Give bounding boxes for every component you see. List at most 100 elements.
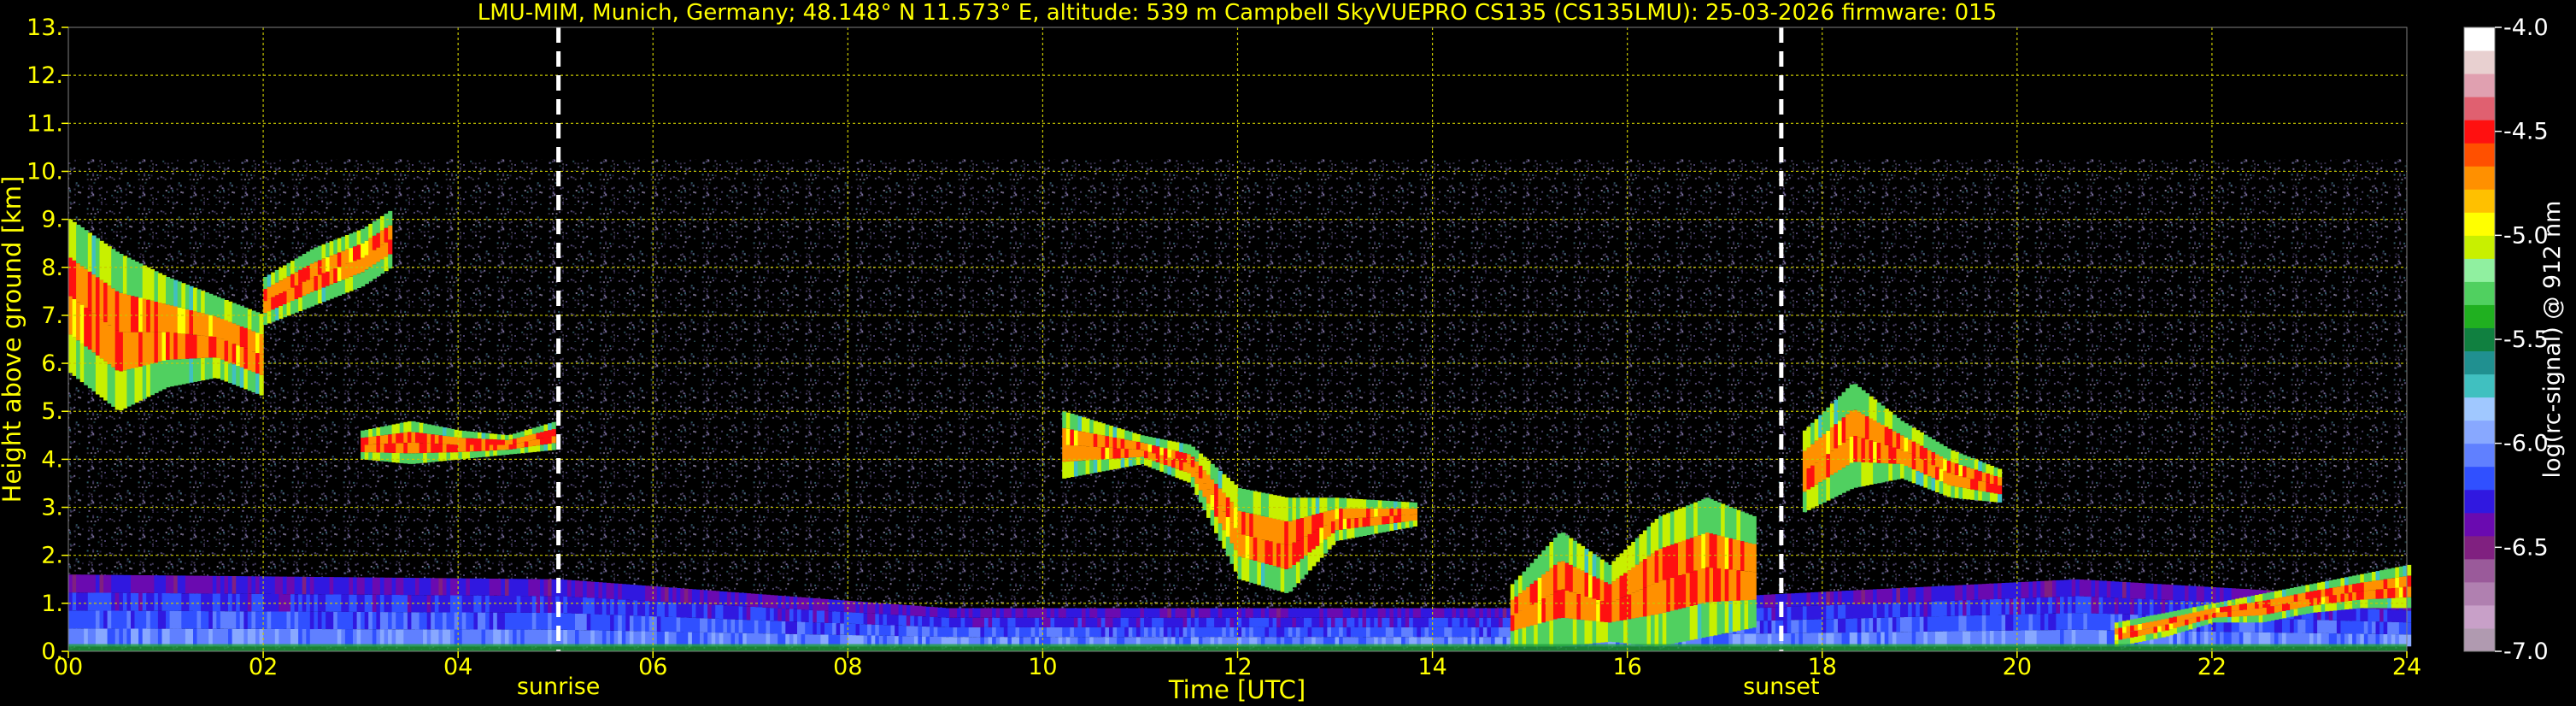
feature-cell [598, 582, 603, 598]
feature-cell [1849, 618, 1854, 632]
feature-cell [1082, 617, 1087, 627]
feature-cell [1292, 497, 1297, 521]
feature-cell [2227, 616, 2233, 623]
feature-cell [594, 614, 599, 631]
feature-cell [1479, 627, 1484, 638]
feature-cell [496, 434, 502, 440]
feature-cell [1073, 445, 1079, 462]
feature-cell [1202, 470, 1207, 484]
feature-cell [2215, 587, 2221, 603]
feature-cell [1304, 608, 1309, 618]
feature-cell [496, 612, 502, 630]
feature-cell [87, 271, 92, 311]
feature-cell [930, 616, 935, 627]
feature-cell [368, 444, 373, 453]
feature-cell [2098, 580, 2104, 597]
feature-cell [282, 628, 288, 647]
feature-cell [2016, 614, 2021, 631]
feature-cell [1916, 471, 1921, 485]
feature-cell [1896, 463, 1901, 479]
feature-cell [329, 284, 334, 299]
feature-cell [2352, 591, 2357, 601]
feature-cell [1908, 587, 1913, 603]
feature-cell [1272, 518, 1277, 543]
feature-cell [2056, 613, 2061, 630]
feature-cell [372, 221, 377, 236]
y-tick-label: 1. [41, 591, 63, 617]
feature-cell [1838, 604, 1843, 619]
feature-cell [384, 426, 389, 435]
feature-cell [1806, 592, 1811, 607]
feature-cell [583, 630, 588, 647]
feature-cell [220, 338, 226, 360]
feature-cell [957, 617, 962, 627]
feature-cell [1218, 505, 1223, 524]
feature-cell [1545, 545, 1551, 572]
feature-cell [618, 599, 623, 615]
feature-cell [1350, 617, 1355, 627]
feature-cell [1214, 516, 1219, 533]
feature-cell [461, 444, 466, 452]
feature-cell [2325, 620, 2330, 633]
feature-cell [2258, 594, 2263, 602]
feature-cell [423, 578, 428, 596]
feature-cell [388, 239, 393, 255]
feature-cell [1089, 432, 1094, 447]
feature-cell [785, 609, 790, 621]
feature-cell [2075, 596, 2080, 614]
feature-cell [1241, 489, 1247, 512]
feature-cell [391, 629, 396, 647]
feature-cell [1187, 454, 1192, 464]
feature-cell [875, 624, 880, 636]
feature-cell [805, 621, 810, 635]
feature-cell [1065, 412, 1071, 429]
feature-cell [228, 362, 233, 384]
feature-cell [1350, 508, 1355, 519]
feature-cell [1222, 511, 1227, 531]
feature-cell [255, 628, 261, 647]
feature-cell [154, 332, 159, 363]
feature-cell [1935, 585, 1940, 602]
feature-cell [2270, 618, 2275, 633]
feature-cell [2375, 571, 2380, 580]
feature-cell [478, 612, 483, 630]
feature-cell [1023, 617, 1028, 627]
feature-cell [423, 453, 428, 463]
feature-cell [72, 260, 77, 299]
feature-cell [1916, 616, 1921, 632]
feature-cell [770, 621, 775, 634]
feature-cell [1405, 617, 1410, 627]
feature-cell [1370, 617, 1375, 627]
feature-cell [1709, 533, 1714, 568]
feature-cell [1097, 459, 1102, 473]
feature-cell [1225, 477, 1230, 497]
feature-cell [606, 615, 611, 631]
feature-cell [434, 578, 439, 596]
colorbar-cell [2464, 235, 2495, 259]
feature-cell [2356, 574, 2361, 584]
feature-cell [239, 628, 244, 647]
feature-cell [1998, 485, 2003, 495]
feature-cell [1459, 617, 1464, 627]
feature-cell [988, 617, 993, 627]
feature-cell [2407, 586, 2412, 597]
feature-cell [1916, 444, 1921, 458]
feature-cell [1144, 617, 1149, 627]
feature-cell [1904, 437, 1909, 452]
feature-cell [208, 336, 214, 358]
feature-cell [2095, 580, 2100, 597]
feature-cell [913, 626, 919, 637]
feature-cell [1331, 509, 1336, 522]
feature-cell [2145, 634, 2151, 641]
feature-cell [1693, 536, 1699, 571]
feature-cell [399, 453, 404, 463]
feature-cell [1385, 627, 1390, 638]
feature-cell [735, 592, 740, 606]
feature-cell [750, 593, 755, 607]
feature-cell [516, 612, 521, 630]
feature-cell [415, 612, 420, 630]
feature-cell [1662, 547, 1667, 580]
feature-cell [2098, 597, 2104, 614]
feature-cell [2149, 627, 2155, 634]
feature-cell [1135, 449, 1141, 457]
